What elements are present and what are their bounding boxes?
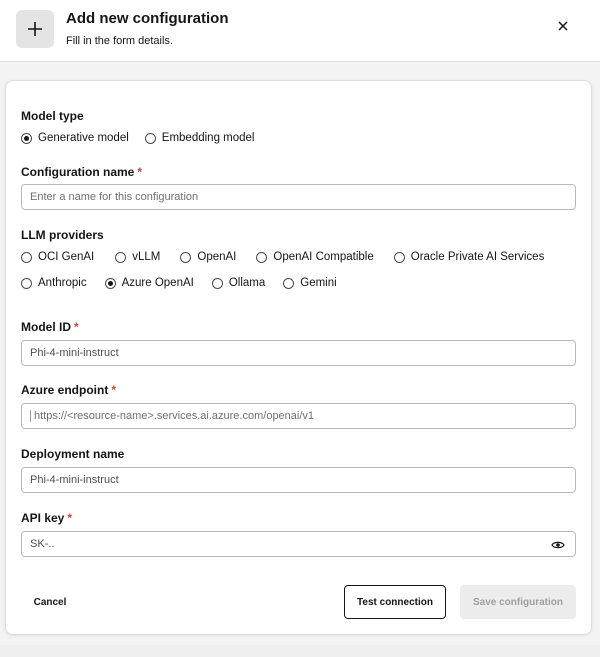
radio-indicator — [21, 251, 32, 263]
dialog-subtitle: Fill in the form details. — [66, 35, 173, 47]
llm-providers-row-1: OCI GenAI vLLM OpenAI OpenAI Compatible … — [21, 251, 544, 263]
radio-label: vLLM — [132, 251, 161, 263]
radio-label: Embedding model — [161, 132, 255, 144]
radio-selected-indicator — [104, 277, 116, 289]
api-key-input[interactable]: SK-.. — [21, 531, 576, 557]
radio-indicator — [256, 251, 268, 263]
llm-providers-label: LLM providers — [21, 228, 104, 242]
configuration-name-label: Configuration name * — [21, 165, 142, 179]
dialog-title: Add new configuration — [66, 10, 229, 27]
radio-indicator — [393, 251, 405, 263]
deployment-name-value: Phi-4-mini-instruct — [30, 474, 119, 486]
field-label-text: Configuration name — [21, 165, 135, 179]
radio-indicator — [180, 251, 192, 263]
radio-indicator — [21, 277, 32, 289]
radio-label: Generative model — [38, 132, 129, 144]
plus-icon — [16, 10, 54, 48]
required-mark: * — [137, 165, 143, 179]
model-type-label: Model type — [21, 109, 84, 123]
configuration-form: Model type Generative model Embedding mo… — [5, 80, 592, 635]
required-mark: * — [74, 320, 79, 334]
radio-label: Oracle Private AI Services — [410, 251, 545, 263]
model-type-group: Generative model Embedding model — [21, 132, 254, 144]
radio-oracle-private-ai-services[interactable]: Oracle Private AI Services — [393, 251, 545, 263]
azure-endpoint-label: Azure endpoint * — [21, 383, 116, 397]
required-mark: * — [67, 511, 73, 525]
deployment-name-label: Deployment name — [21, 447, 125, 461]
test-connection-button[interactable]: Test connection — [344, 585, 446, 619]
page-footer-strip — [0, 645, 600, 657]
api-key-value: SK-.. — [30, 538, 55, 550]
radio-vllm[interactable]: vLLM — [115, 251, 160, 263]
eye-icon[interactable] — [551, 538, 565, 552]
text-caret — [30, 410, 31, 422]
radio-label: OCI GenAI — [38, 251, 95, 263]
azure-endpoint-input[interactable]: https://<resource-name>.services.ai.azur… — [21, 403, 576, 429]
radio-indicator — [283, 277, 295, 289]
radio-indicator — [144, 132, 156, 144]
model-id-input[interactable]: Phi-4-mini-instruct — [21, 340, 576, 366]
save-configuration-button[interactable]: Save configuration — [460, 585, 576, 619]
radio-generative-model[interactable]: Generative model — [21, 132, 129, 144]
radio-selected-indicator — [21, 132, 32, 144]
radio-gemini[interactable]: Gemini — [283, 277, 337, 289]
configuration-name-placeholder: Enter a name for this configuration — [30, 191, 199, 203]
radio-label: Azure OpenAI — [121, 277, 194, 289]
required-mark: * — [111, 383, 116, 397]
dialog-header: Add new configuration Fill in the form d… — [0, 0, 600, 62]
radio-embedding-model[interactable]: Embedding model — [144, 132, 255, 144]
radio-openai-compatible[interactable]: OpenAI Compatible — [256, 251, 374, 263]
radio-indicator — [211, 277, 223, 289]
configuration-name-input[interactable]: Enter a name for this configuration — [21, 184, 576, 210]
llm-providers-row-2: Anthropic Azure OpenAI Ollama Gemini — [21, 277, 337, 289]
azure-endpoint-placeholder: https://<resource-name>.services.ai.azur… — [34, 410, 315, 422]
model-id-label: Model ID * — [21, 320, 79, 334]
api-key-label: API key * — [21, 511, 72, 525]
radio-azure-openai[interactable]: Azure OpenAI — [104, 277, 194, 289]
field-label-text: Model ID — [21, 320, 71, 334]
radio-label: Anthropic — [38, 277, 87, 289]
radio-anthropic[interactable]: Anthropic — [21, 277, 87, 289]
radio-label: OpenAI — [197, 251, 237, 263]
deployment-name-input[interactable]: Phi-4-mini-instruct — [21, 467, 576, 493]
radio-label: Ollama — [228, 277, 266, 289]
radio-ollama[interactable]: Ollama — [211, 277, 266, 289]
radio-openai[interactable]: OpenAI — [180, 251, 236, 263]
field-label-text: Azure endpoint — [21, 383, 109, 397]
field-label-text: API key — [21, 511, 65, 525]
model-id-value: Phi-4-mini-instruct — [30, 347, 119, 359]
radio-oci-genai[interactable]: OCI GenAI — [21, 251, 94, 263]
radio-label: OpenAI Compatible — [273, 251, 374, 263]
radio-label: Gemini — [300, 277, 337, 289]
close-icon[interactable] — [553, 16, 573, 36]
radio-indicator — [115, 251, 127, 263]
cancel-button[interactable]: Cancel — [21, 589, 79, 615]
